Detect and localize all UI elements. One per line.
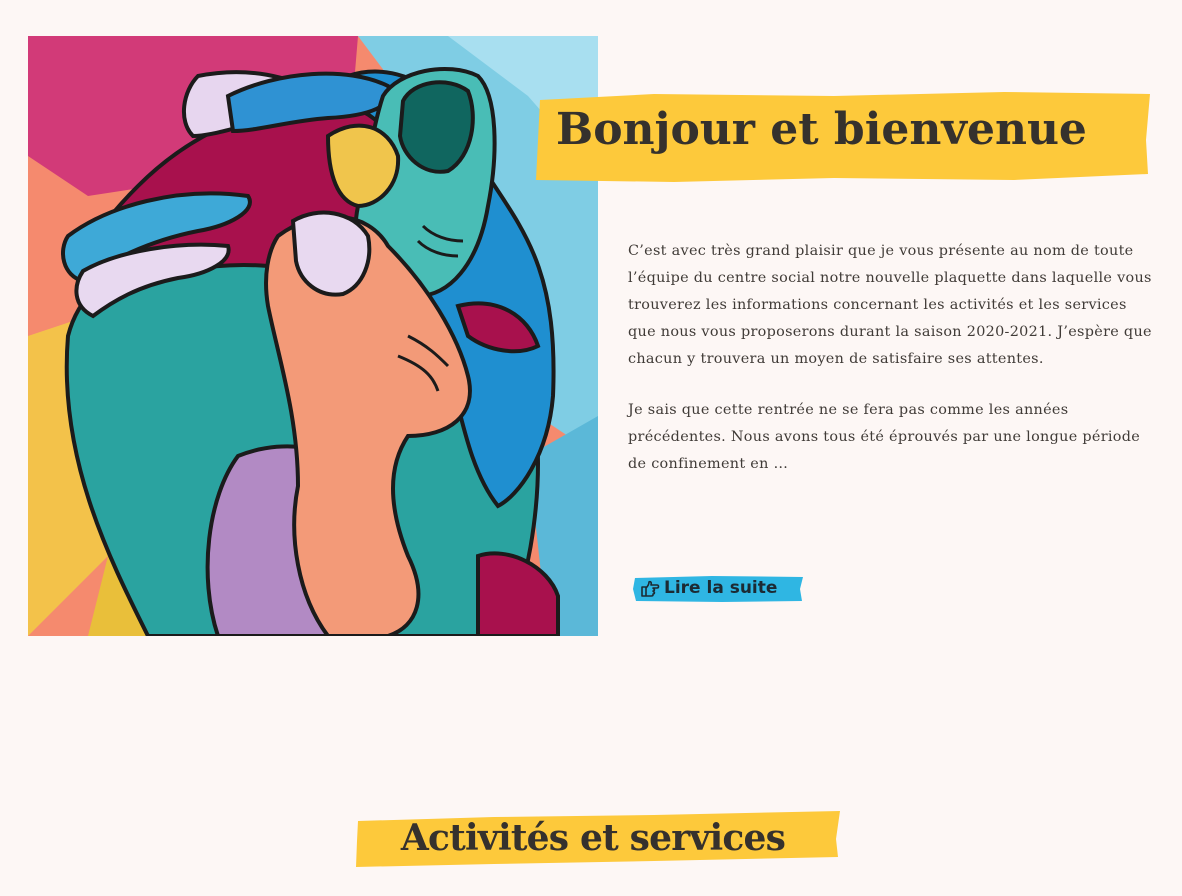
- welcome-title: Bonjour et bienvenue: [556, 104, 1087, 155]
- welcome-title-highlight: Bonjour et bienvenue: [534, 90, 1152, 186]
- read-more-label: Lire la suite: [664, 578, 778, 598]
- section-title-highlight: Activités et services: [354, 809, 842, 869]
- read-more-button[interactable]: Lire la suite: [632, 575, 806, 603]
- hand-pointing-right-icon: [640, 579, 660, 599]
- welcome-intro: C’est avec très grand plaisir que je vou…: [628, 238, 1153, 502]
- abstract-hands-painting: [28, 36, 598, 636]
- intro-paragraph-2: Je sais que cette rentrée ne se fera pas…: [628, 402, 1141, 472]
- hero-image: [28, 36, 598, 636]
- intro-paragraph-1: C’est avec très grand plaisir que je vou…: [628, 243, 1152, 367]
- page: Bonjour et bienvenue C’est avec très gra…: [0, 0, 1182, 896]
- section-title: Activités et services: [400, 817, 786, 859]
